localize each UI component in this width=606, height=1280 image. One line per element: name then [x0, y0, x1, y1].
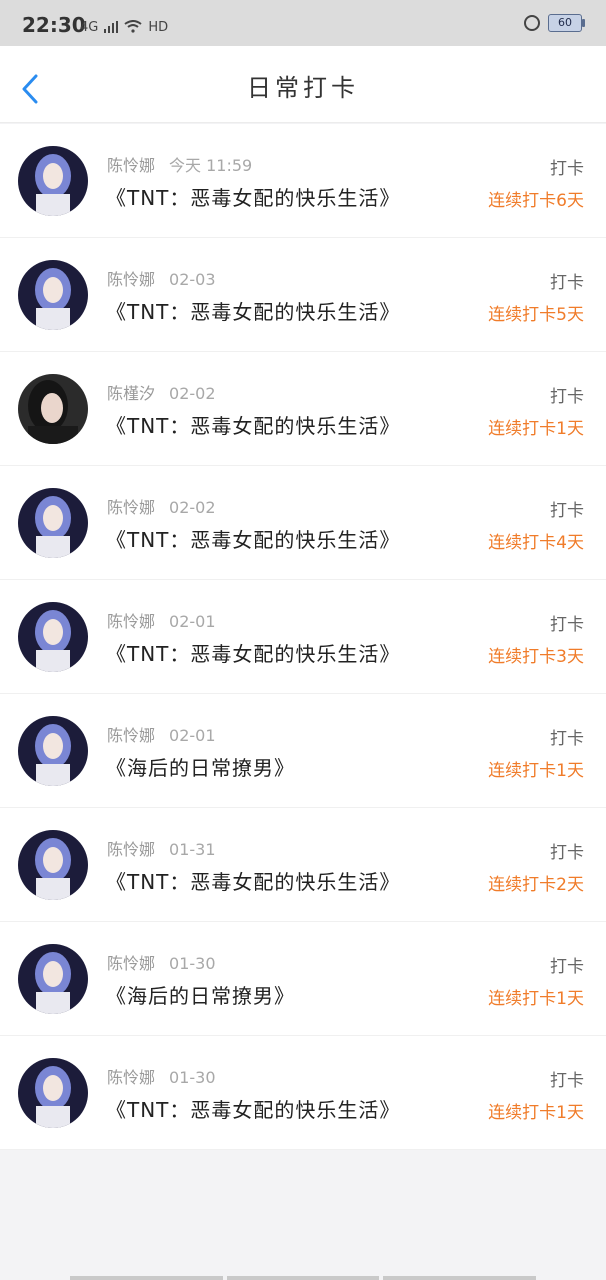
checkin-list: 陈怜娜 今天 11:59 《TNT：恶毒女配的快乐生活》 打卡 连续打卡6天 陈怜…: [0, 124, 606, 1150]
checkin-label: 打卡: [550, 273, 584, 293]
streak-label: 连续打卡1天: [488, 989, 584, 1009]
list-item[interactable]: 陈怜娜 02-02 《TNT：恶毒女配的快乐生活》 打卡 连续打卡4天: [0, 466, 606, 580]
book-title[interactable]: 《海后的日常撩男》: [106, 752, 295, 781]
list-item[interactable]: 陈怜娜 02-01 《海后的日常撩男》 打卡 连续打卡1天: [0, 694, 606, 808]
streak-label: 连续打卡3天: [488, 647, 584, 667]
list-item[interactable]: 陈怜娜 01-30 《TNT：恶毒女配的快乐生活》 打卡 连续打卡1天: [0, 1036, 606, 1150]
user-name: 陈怜娜: [107, 612, 156, 631]
checkin-label: 打卡: [550, 387, 584, 407]
checkin-label: 打卡: [550, 957, 584, 977]
user-name: 陈怜娜: [107, 726, 156, 745]
checkin-label: 打卡: [550, 843, 584, 863]
list-item[interactable]: 陈怜娜 01-31 《TNT：恶毒女配的快乐生活》 打卡 连续打卡2天: [0, 808, 606, 922]
avatar[interactable]: [18, 716, 88, 786]
wifi-icon: [124, 18, 142, 37]
entry-meta: 陈怜娜 01-30: [107, 1064, 216, 1088]
avatar[interactable]: [18, 488, 88, 558]
page-title: 日常打卡: [247, 74, 359, 102]
streak-label: 连续打卡1天: [488, 1103, 584, 1123]
entry-date: 02-02: [169, 498, 216, 517]
book-title[interactable]: 《TNT：恶毒女配的快乐生活》: [106, 524, 400, 553]
user-name: 陈怜娜: [107, 498, 156, 517]
list-item[interactable]: 陈怜娜 02-01 《TNT：恶毒女配的快乐生活》 打卡 连续打卡3天: [0, 580, 606, 694]
book-title[interactable]: 《海后的日常撩男》: [106, 980, 295, 1009]
hd-label: HD: [148, 20, 169, 35]
entry-date: 01-30: [169, 954, 216, 973]
book-title[interactable]: 《TNT：恶毒女配的快乐生活》: [106, 410, 400, 439]
list-item[interactable]: 陈怜娜 01-30 《海后的日常撩男》 打卡 连续打卡1天: [0, 922, 606, 1036]
checkin-label: 打卡: [550, 615, 584, 635]
entry-date: 02-01: [169, 612, 216, 631]
book-title[interactable]: 《TNT：恶毒女配的快乐生活》: [106, 866, 400, 895]
user-name: 陈怜娜: [107, 156, 156, 175]
streak-label: 连续打卡4天: [488, 533, 584, 553]
status-right: 60: [524, 14, 585, 32]
list-item[interactable]: 陈怜娜 02-03 《TNT：恶毒女配的快乐生活》 打卡 连续打卡5天: [0, 238, 606, 352]
entry-meta: 陈怜娜 01-30: [107, 950, 216, 974]
battery-indicator: 60: [548, 14, 585, 32]
book-title[interactable]: 《TNT：恶毒女配的快乐生活》: [106, 638, 400, 667]
book-title[interactable]: 《TNT：恶毒女配的快乐生活》: [106, 182, 400, 211]
user-name: 陈怜娜: [107, 840, 156, 859]
avatar[interactable]: [18, 374, 88, 444]
navigation-bar: [70, 1276, 537, 1280]
book-title[interactable]: 《TNT：恶毒女配的快乐生活》: [106, 296, 400, 325]
entry-date: 02-01: [169, 726, 216, 745]
avatar[interactable]: [18, 944, 88, 1014]
entry-date: 今天 11:59: [169, 156, 253, 175]
entry-date: 01-30: [169, 1068, 216, 1087]
header: 日常打卡: [0, 46, 606, 123]
streak-label: 连续打卡1天: [488, 419, 584, 439]
avatar[interactable]: [18, 602, 88, 672]
status-icons: 4G HD: [80, 18, 168, 37]
status-time: 22:30: [22, 13, 86, 37]
entry-meta: 陈怜娜 02-03: [107, 266, 216, 290]
user-name: 陈怜娜: [107, 954, 156, 973]
book-title[interactable]: 《TNT：恶毒女配的快乐生活》: [106, 1094, 400, 1123]
entry-date: 02-02: [169, 384, 216, 403]
entry-date: 02-03: [169, 270, 216, 289]
list-item[interactable]: 陈槿汐 02-02 《TNT：恶毒女配的快乐生活》 打卡 连续打卡1天: [0, 352, 606, 466]
avatar[interactable]: [18, 260, 88, 330]
checkin-label: 打卡: [550, 159, 584, 179]
checkin-label: 打卡: [550, 501, 584, 521]
user-name: 陈怜娜: [107, 1068, 156, 1087]
avatar[interactable]: [18, 146, 88, 216]
status-bar: 22:30 4G HD 60: [0, 0, 606, 46]
checkin-label: 打卡: [550, 729, 584, 749]
avatar[interactable]: [18, 1058, 88, 1128]
streak-label: 连续打卡2天: [488, 875, 584, 895]
network-label: 4G: [80, 20, 99, 35]
streak-label: 连续打卡1天: [488, 761, 584, 781]
list-item[interactable]: 陈怜娜 今天 11:59 《TNT：恶毒女配的快乐生活》 打卡 连续打卡6天: [0, 124, 606, 238]
entry-meta: 陈怜娜 01-31: [107, 836, 216, 860]
user-name: 陈槿汐: [107, 384, 156, 403]
signal-icon: [104, 18, 119, 37]
entry-date: 01-31: [169, 840, 216, 859]
entry-meta: 陈怜娜 今天 11:59: [107, 152, 252, 176]
user-name: 陈怜娜: [107, 270, 156, 289]
checkin-label: 打卡: [550, 1071, 584, 1091]
entry-meta: 陈怜娜 02-01: [107, 722, 216, 746]
rotation-lock-icon: [524, 15, 540, 31]
entry-meta: 陈怜娜 02-01: [107, 608, 216, 632]
avatar[interactable]: [18, 830, 88, 900]
streak-label: 连续打卡5天: [488, 305, 584, 325]
entry-meta: 陈怜娜 02-02: [107, 494, 216, 518]
streak-label: 连续打卡6天: [488, 191, 584, 211]
entry-meta: 陈槿汐 02-02: [107, 380, 216, 404]
